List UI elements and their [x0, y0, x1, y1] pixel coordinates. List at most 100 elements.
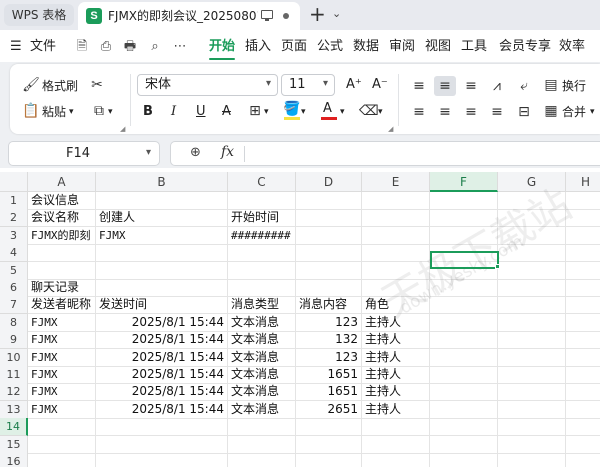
column-header-g[interactable]: G	[498, 172, 566, 192]
cell-h4[interactable]	[566, 244, 600, 263]
row-header-11[interactable]: 11	[0, 366, 28, 384]
cell-d12[interactable]: 1651	[296, 383, 362, 402]
row-header-12[interactable]: 12	[0, 383, 28, 402]
cell-h2[interactable]	[566, 209, 600, 228]
align-left-icon[interactable]: ≡	[410, 103, 428, 121]
cell-e14[interactable]	[362, 418, 430, 437]
font-color-icon[interactable]: A	[323, 101, 332, 117]
cell-g9[interactable]	[498, 331, 566, 350]
row-header-2[interactable]: 2	[0, 209, 28, 228]
cell-b16[interactable]	[96, 453, 228, 467]
cell-a14[interactable]	[28, 418, 96, 437]
cell-d16[interactable]	[296, 453, 362, 467]
cell-e6[interactable]	[362, 279, 430, 297]
borders-chevron-icon[interactable]: ▾	[264, 104, 269, 120]
cell-d6[interactable]	[296, 279, 362, 297]
grow-font-button[interactable]: A⁺	[346, 77, 362, 93]
fx-button[interactable]: fx	[221, 144, 234, 160]
row-header-8[interactable]: 8	[0, 313, 28, 332]
tab-member[interactable]: 会员专享	[499, 39, 551, 55]
cell-b5[interactable]	[96, 261, 228, 280]
spreadsheet-grid[interactable]: A B C D E F G H 1 会议信息 2 会议名称 创建人 开始时间 3 FJMX的即刻 FJMX ###…	[0, 168, 600, 467]
align-right-icon[interactable]: ≡	[462, 103, 480, 121]
cell-c10[interactable]: 文本消息	[228, 348, 296, 367]
cell-d4[interactable]	[296, 244, 362, 263]
cell-g2[interactable]	[498, 209, 566, 228]
cell-f9[interactable]	[430, 331, 498, 350]
cell-b11[interactable]: 2025/8/1 15:44	[96, 366, 228, 384]
export-pdf-icon[interactable]: ⎙	[98, 39, 114, 55]
tab-home[interactable]: 开始	[209, 39, 235, 55]
cell-e3[interactable]	[362, 226, 430, 245]
cell-g15[interactable]	[498, 435, 566, 454]
cell-a5[interactable]	[28, 261, 96, 280]
cell-f2[interactable]	[430, 209, 498, 228]
cell-g11[interactable]	[498, 366, 566, 384]
cell-g16[interactable]	[498, 453, 566, 467]
clear-format-icon[interactable]: ⌫	[359, 102, 379, 120]
cell-a15[interactable]	[28, 435, 96, 454]
cell-e4[interactable]	[362, 244, 430, 263]
row-header-7[interactable]: 7	[0, 296, 28, 315]
cell-h14[interactable]	[566, 418, 600, 437]
cell-g7[interactable]	[498, 296, 566, 315]
cell-e2[interactable]	[362, 209, 430, 228]
cell-d7[interactable]: 消息内容	[296, 296, 362, 315]
cell-f1[interactable]	[430, 192, 498, 210]
cell-b7[interactable]: 发送时间	[96, 296, 228, 315]
tab-formula[interactable]: 公式	[317, 39, 343, 55]
print-preview-icon[interactable]: ⌕	[147, 39, 163, 55]
cut-icon[interactable]: ✂	[88, 76, 106, 94]
cell-a12[interactable]: FJMX	[28, 383, 96, 402]
cell-e1[interactable]	[362, 192, 430, 210]
cell-b6[interactable]	[96, 279, 228, 297]
paste-chevron-icon[interactable]: ▾	[69, 104, 74, 120]
cell-h6[interactable]	[566, 279, 600, 297]
row-header-3[interactable]: 3	[0, 226, 28, 245]
borders-icon[interactable]: ⊞	[246, 102, 264, 120]
cell-a10[interactable]: FJMX	[28, 348, 96, 367]
cell-d9[interactable]: 132	[296, 331, 362, 350]
cell-c16[interactable]	[228, 453, 296, 467]
cell-a2[interactable]: 会议名称	[28, 209, 96, 228]
cell-g8[interactable]	[498, 313, 566, 332]
cell-f7[interactable]	[430, 296, 498, 315]
cell-c6[interactable]	[228, 279, 296, 297]
more-icon[interactable]: ⋯	[172, 39, 188, 55]
cell-d5[interactable]	[296, 261, 362, 280]
strikethrough-button[interactable]: A	[222, 104, 231, 120]
cell-h7[interactable]	[566, 296, 600, 315]
cell-g14[interactable]	[498, 418, 566, 437]
cell-g3[interactable]	[498, 226, 566, 245]
cell-a11[interactable]: FJMX	[28, 366, 96, 384]
tab-insert[interactable]: 插入	[245, 39, 271, 55]
column-header-f[interactable]: F	[430, 172, 498, 192]
cell-a9[interactable]: FJMX	[28, 331, 96, 350]
cell-c8[interactable]: 文本消息	[228, 313, 296, 332]
cell-h9[interactable]	[566, 331, 600, 350]
chevron-down-icon[interactable]: ▾	[146, 147, 151, 158]
cell-h15[interactable]	[566, 436, 600, 454]
cell-e11[interactable]: 主持人	[362, 366, 430, 384]
cell-g10[interactable]	[498, 348, 566, 367]
align-middle-icon[interactable]: ≡	[436, 77, 454, 95]
font-name-select[interactable]: 宋体 ▾	[137, 74, 278, 96]
cell-d13[interactable]: 2651	[296, 400, 362, 419]
cell-h1[interactable]	[566, 192, 600, 210]
column-header-a[interactable]: A	[28, 172, 96, 192]
cell-e12[interactable]: 主持人	[362, 383, 430, 402]
cell-h12[interactable]	[566, 383, 600, 402]
cell-a1[interactable]: 会议信息	[28, 192, 96, 210]
fill-handle[interactable]	[495, 264, 500, 269]
monitor-icon[interactable]	[261, 10, 273, 21]
align-bottom-icon[interactable]: ≡	[462, 77, 480, 95]
chevron-down-icon[interactable]: ⌄	[332, 7, 341, 20]
format-painter-button[interactable]: 格式刷	[42, 78, 78, 94]
row-header-5[interactable]: 5	[0, 261, 28, 280]
justify-icon[interactable]: ≡	[488, 103, 506, 121]
app-tab[interactable]: WPS 表格	[4, 4, 74, 26]
cell-c1[interactable]	[228, 192, 296, 210]
cell-f11[interactable]	[430, 366, 498, 384]
cell-e10[interactable]: 主持人	[362, 348, 430, 367]
cell-e13[interactable]: 主持人	[362, 400, 430, 419]
